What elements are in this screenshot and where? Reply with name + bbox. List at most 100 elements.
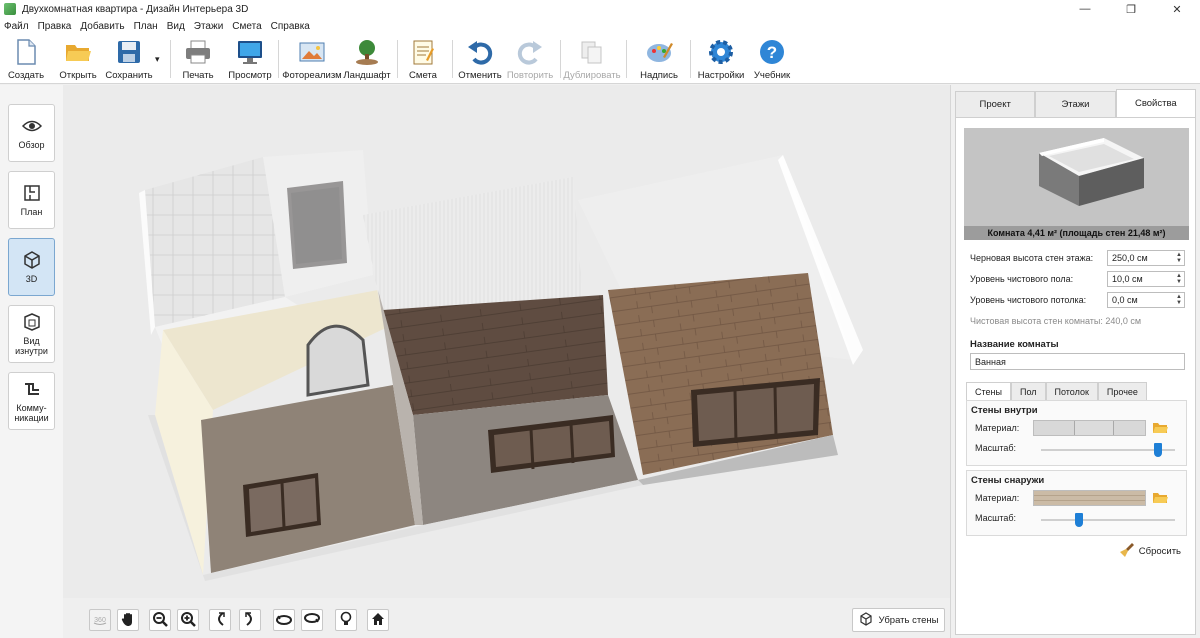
eye-icon bbox=[21, 116, 42, 136]
help-icon: ? bbox=[758, 38, 786, 66]
3d-viewport[interactable] bbox=[63, 85, 950, 598]
finish-floor-level-input[interactable]: 10,0 см ▲ ▼ bbox=[1107, 271, 1185, 287]
toolbar-separator bbox=[560, 40, 561, 78]
home-view-button[interactable] bbox=[367, 609, 389, 631]
toolbar-separator bbox=[626, 40, 627, 78]
redo-button[interactable]: Повторить bbox=[506, 36, 554, 82]
finish-ceiling-level-input[interactable]: 0,0 см ▲ ▼ bbox=[1107, 292, 1185, 308]
spinner-arrows-icon[interactable]: ▲ ▼ bbox=[1176, 273, 1182, 285]
close-button[interactable]: ✕ bbox=[1154, 0, 1200, 18]
picture-icon bbox=[298, 38, 326, 66]
rotate-360-icon: 360 bbox=[92, 612, 108, 629]
create-button[interactable]: Создать bbox=[6, 36, 46, 82]
walls-outside-scale-label: Масштаб: bbox=[975, 513, 1017, 523]
view-utilities-button[interactable]: Комму- никации bbox=[8, 372, 55, 430]
walls-inside-group: Стены внутри Материал: Масштаб: bbox=[966, 400, 1187, 466]
tab-project[interactable]: Проект bbox=[955, 91, 1036, 117]
tutorial-button[interactable]: ? Учебник bbox=[752, 36, 792, 82]
duplicate-button[interactable]: Дублировать bbox=[563, 36, 621, 82]
view-switcher: Обзор План 3D Вид изнутри Комму- никации bbox=[0, 85, 63, 638]
rotate-right-button[interactable] bbox=[239, 609, 261, 631]
walls-outside-scale-slider[interactable] bbox=[1041, 513, 1175, 527]
window-title: Двухкомнатная квартира - Дизайн Интерьер… bbox=[22, 3, 249, 15]
menu-estimate[interactable]: Смета bbox=[232, 21, 261, 32]
palette-icon bbox=[645, 38, 673, 66]
caption-button[interactable]: Надпись bbox=[638, 36, 680, 82]
view-inside-button[interactable]: Вид изнутри bbox=[8, 305, 55, 363]
tab-properties[interactable]: Свойства bbox=[1115, 89, 1196, 117]
menu-add[interactable]: Добавить bbox=[80, 21, 124, 32]
zoom-out-icon bbox=[152, 611, 168, 630]
tilt-up-icon bbox=[276, 613, 292, 628]
view-overview-button[interactable]: Обзор bbox=[8, 104, 55, 162]
floppy-disk-icon bbox=[115, 38, 143, 66]
subtab-ceiling[interactable]: Потолок bbox=[1045, 382, 1098, 400]
photorealism-button[interactable]: Фотореализм bbox=[282, 36, 342, 82]
maximize-button[interactable]: ❐ bbox=[1108, 0, 1154, 18]
menu-plan[interactable]: План bbox=[134, 21, 158, 32]
save-button[interactable]: Сохранить bbox=[104, 36, 154, 82]
finish-ceiling-level-row: Уровень чистового потолка: 0,0 см ▲ ▼ bbox=[970, 292, 1185, 308]
menu-floors[interactable]: Этажи bbox=[194, 21, 224, 32]
toolbar-separator bbox=[690, 40, 691, 78]
tilt-up-button[interactable] bbox=[273, 609, 295, 631]
preview-button[interactable]: Просмотр bbox=[228, 36, 272, 82]
folder-icon[interactable] bbox=[1152, 491, 1168, 505]
walls-inside-material-swatch[interactable] bbox=[1033, 420, 1146, 436]
rough-wall-height-input[interactable]: 250,0 см ▲ ▼ bbox=[1107, 250, 1185, 266]
pipes-icon bbox=[22, 379, 42, 399]
svg-text:360: 360 bbox=[94, 617, 106, 624]
folder-open-icon bbox=[64, 38, 92, 66]
landscape-button[interactable]: Ландшафт bbox=[343, 36, 391, 82]
print-button[interactable]: Печать bbox=[178, 36, 218, 82]
toolbar-separator bbox=[397, 40, 398, 78]
view-plan-button[interactable]: План bbox=[8, 171, 55, 229]
subtab-floor[interactable]: Пол bbox=[1010, 382, 1046, 400]
subtab-walls[interactable]: Стены bbox=[966, 382, 1011, 400]
menu-help[interactable]: Справка bbox=[271, 21, 310, 32]
app-icon bbox=[4, 3, 16, 15]
rotate-360-button[interactable]: 360 bbox=[89, 609, 111, 631]
remove-walls-button[interactable]: Убрать стены bbox=[852, 608, 945, 632]
spinner-arrows-icon[interactable]: ▲ ▼ bbox=[1176, 294, 1182, 306]
duplicate-icon bbox=[578, 38, 606, 66]
settings-button[interactable]: Настройки bbox=[697, 36, 745, 82]
walls-outside-material-row: Материал: bbox=[975, 490, 1180, 506]
walls-inside-scale-slider[interactable] bbox=[1041, 443, 1175, 457]
walls-inside-title: Стены внутри bbox=[971, 405, 1038, 416]
room-name-input[interactable]: Ванная bbox=[970, 353, 1185, 370]
rough-wall-height-row: Черновая высота стен этажа: 250,0 см ▲ ▼ bbox=[970, 250, 1185, 266]
svg-text:?: ? bbox=[767, 43, 777, 62]
toolbar-separator bbox=[278, 40, 279, 78]
light-button[interactable] bbox=[335, 609, 357, 631]
new-document-icon bbox=[12, 38, 40, 66]
undo-button[interactable]: Отменить bbox=[458, 36, 502, 82]
spinner-arrows-icon[interactable]: ▲ ▼ bbox=[1176, 252, 1182, 264]
properties-body: Комната 4,41 м² (площадь стен 21,48 м²) … bbox=[955, 117, 1196, 635]
view-3d-button[interactable]: 3D bbox=[8, 238, 55, 296]
walls-cube-icon bbox=[859, 611, 873, 629]
folder-icon[interactable] bbox=[1152, 421, 1168, 435]
reset-button[interactable]: Сбросить bbox=[1119, 542, 1181, 561]
open-button[interactable]: Открыть bbox=[56, 36, 100, 82]
tab-floors[interactable]: Этажи bbox=[1035, 91, 1116, 117]
zoom-in-icon bbox=[180, 611, 196, 630]
slider-knob[interactable] bbox=[1075, 513, 1083, 527]
menu-file[interactable]: Файл bbox=[4, 21, 29, 32]
zoom-in-button[interactable] bbox=[177, 609, 199, 631]
tilt-down-button[interactable] bbox=[301, 609, 323, 631]
zoom-out-button[interactable] bbox=[149, 609, 171, 631]
estimate-button[interactable]: Смета bbox=[404, 36, 442, 82]
rotate-left-button[interactable] bbox=[209, 609, 231, 631]
menu-edit[interactable]: Правка bbox=[38, 21, 72, 32]
slider-knob[interactable] bbox=[1154, 443, 1162, 457]
room-inside-icon bbox=[22, 312, 42, 332]
title-bar: Двухкомнатная квартира - Дизайн Интерьер… bbox=[0, 0, 1200, 18]
walls-outside-material-swatch[interactable] bbox=[1033, 490, 1146, 506]
pan-button[interactable] bbox=[117, 609, 139, 631]
broom-icon bbox=[1119, 542, 1135, 561]
minimize-button[interactable]: — bbox=[1062, 0, 1108, 18]
subtab-other[interactable]: Прочее bbox=[1097, 382, 1147, 400]
save-dropdown-arrow[interactable]: ▾ bbox=[155, 54, 160, 65]
menu-view[interactable]: Вид bbox=[167, 21, 185, 32]
